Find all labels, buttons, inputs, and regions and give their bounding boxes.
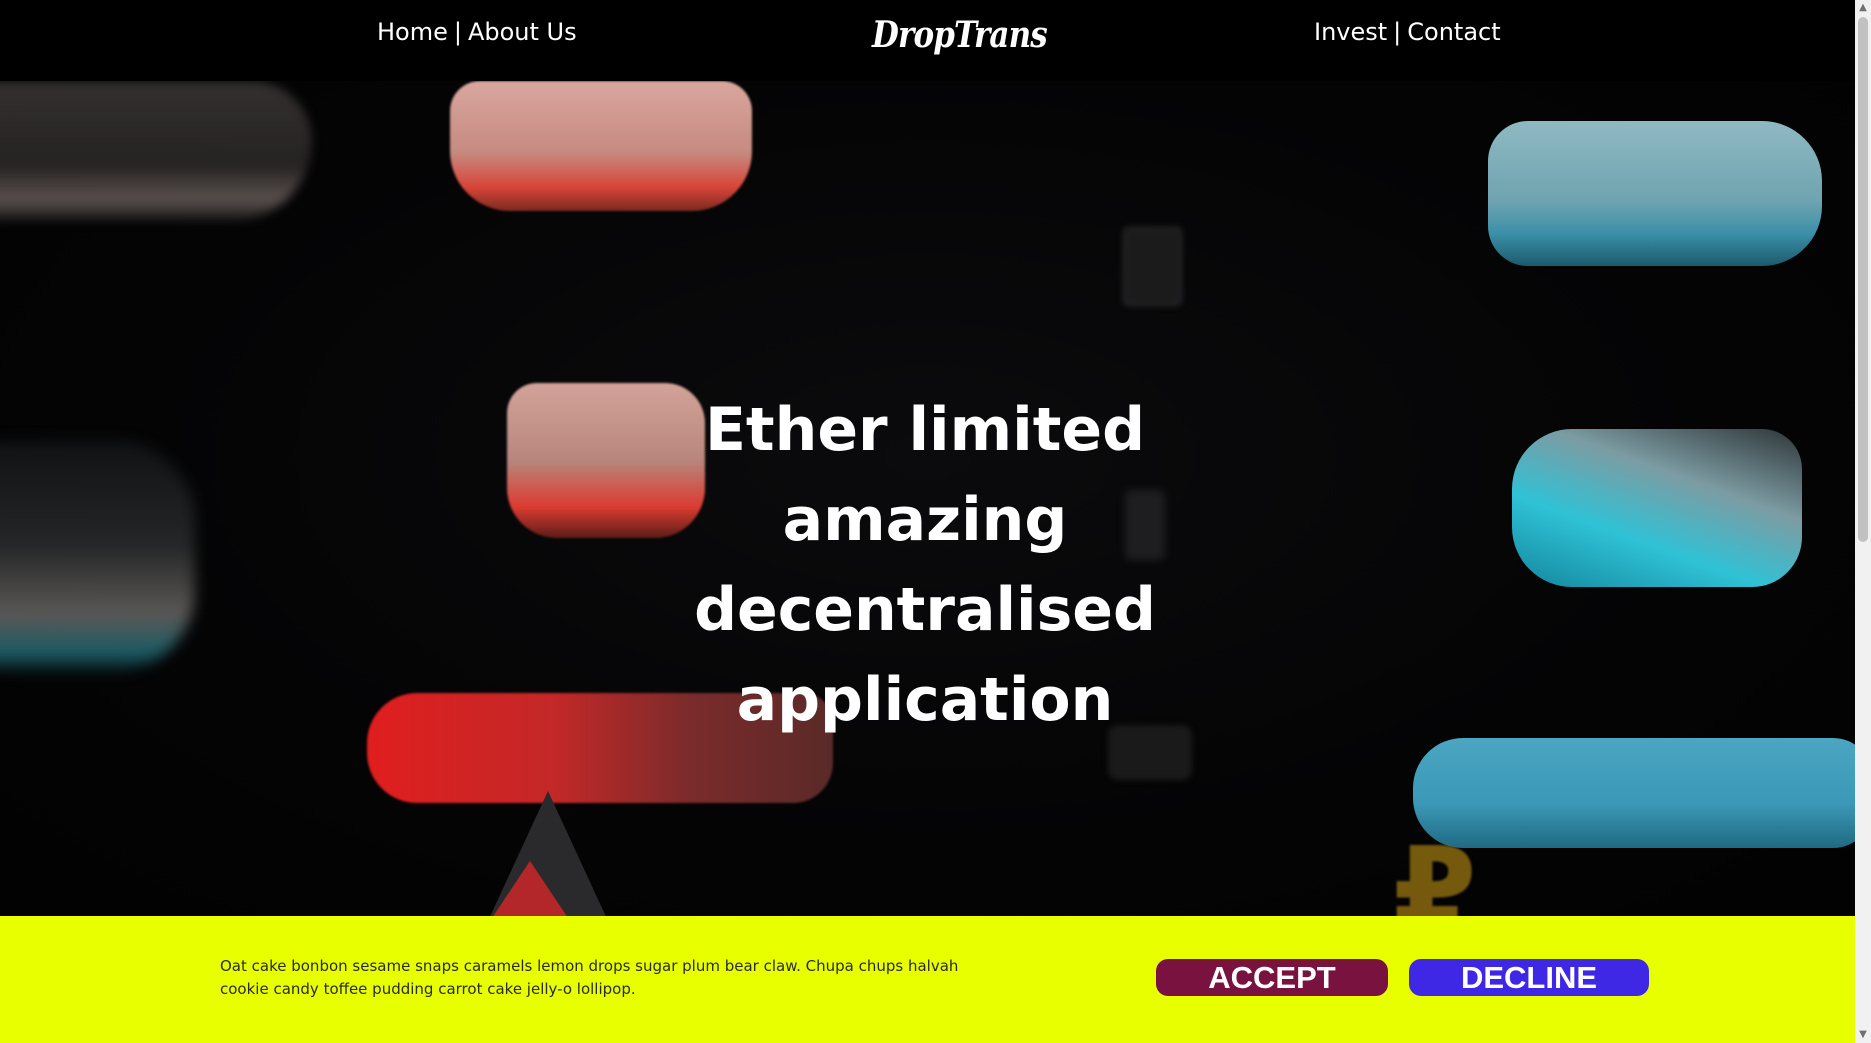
decline-button[interactable]: DECLINE (1409, 959, 1649, 996)
page-viewport: Home | About Us DropTrans Invest | Conta… (0, 0, 1855, 1043)
headline-line: amazing (782, 485, 1068, 555)
floating-shape (507, 383, 705, 538)
floating-shape (1512, 429, 1802, 587)
nav-link-about[interactable]: About Us (468, 18, 577, 46)
headline-line: decentralised (694, 575, 1156, 645)
nav-right: Invest | Contact (1314, 18, 1501, 46)
nav-separator: | (1393, 18, 1402, 46)
floating-shape (1123, 227, 1182, 306)
nav-link-home[interactable]: Home (377, 18, 448, 46)
floating-shape (450, 81, 752, 211)
site-logo[interactable]: DropTrans (872, 14, 1048, 56)
nav-left: Home | About Us (377, 18, 577, 46)
ethereum-pyramid-shape (490, 861, 570, 916)
cookie-banner-text: Oat cake bonbon sesame snaps caramels le… (220, 957, 959, 998)
floating-shape (0, 441, 195, 671)
site-header: Home | About Us DropTrans Invest | Conta… (0, 0, 1855, 81)
floating-shape (1413, 738, 1855, 848)
cookie-banner: Oat cake bonbon sesame snaps caramels le… (0, 916, 1855, 1043)
scroll-down-arrow-icon[interactable]: ▼ (1855, 1027, 1871, 1043)
headline-line: application (736, 665, 1114, 735)
headline-line: Ether limited (704, 395, 1146, 465)
vertical-scrollbar[interactable]: ▲ ▼ (1855, 0, 1871, 1043)
nav-link-invest[interactable]: Invest (1314, 18, 1387, 46)
accept-button[interactable]: ACCEPT (1156, 959, 1388, 996)
hero-headline: Ether limited amazing decentralised appl… (690, 385, 1160, 745)
floating-shape (0, 81, 312, 221)
scroll-up-arrow-icon[interactable]: ▲ (1855, 0, 1871, 16)
nav-separator: | (453, 18, 462, 46)
scrollbar-thumb[interactable] (1858, 17, 1868, 542)
bitcoin-symbol-shape: ₽ (1393, 823, 1477, 917)
floating-shape (1488, 121, 1822, 266)
nav-link-contact[interactable]: Contact (1407, 18, 1500, 46)
